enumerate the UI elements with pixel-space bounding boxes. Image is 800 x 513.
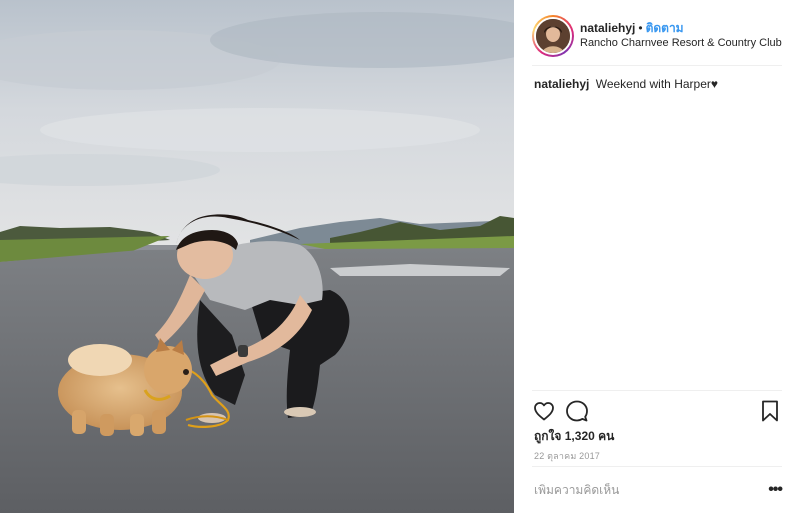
comment-input[interactable] [532, 483, 762, 497]
photo-image [0, 0, 514, 513]
heart-outline-icon [534, 402, 554, 421]
story-ring[interactable] [532, 14, 574, 57]
post-date[interactable]: 22 ตุลาคม 2017 [534, 450, 600, 462]
caption-text: Weekend with Harper♥ [595, 77, 718, 91]
caption-username-link[interactable]: nataliehyj [534, 77, 589, 91]
post-caption: nataliehyj Weekend with Harper♥ [534, 76, 782, 92]
like-button[interactable] [532, 399, 556, 423]
comment-button[interactable] [565, 399, 589, 423]
instagram-post: nataliehyj • ติดตาม Rancho Charnvee Resort… [0, 0, 800, 513]
header-separator: • [638, 20, 643, 35]
post-side-panel: nataliehyj • ติดตาม Rancho Charnvee Resort… [514, 0, 800, 513]
post-photo[interactable] [0, 0, 514, 513]
likes-count[interactable]: ถูกใจ 1,320 คน [534, 428, 614, 444]
header-identity: nataliehyj • ติดตาม Rancho Charnvee Resort… [580, 20, 782, 50]
post-header: nataliehyj • ติดตาม Rancho Charnvee Resort… [532, 10, 782, 66]
location-link[interactable]: Rancho Charnvee Resort & Country Club [580, 36, 782, 50]
save-button[interactable] [758, 399, 782, 423]
header-username-link[interactable]: nataliehyj [580, 21, 635, 35]
bookmark-icon [762, 400, 778, 422]
follow-button[interactable]: ติดตาม [646, 21, 684, 35]
avatar[interactable] [534, 16, 572, 55]
avatar-image [536, 18, 570, 53]
header-username-line: nataliehyj • ติดตาม [580, 20, 782, 36]
speech-bubble-icon [566, 400, 588, 422]
action-bar [532, 390, 782, 430]
more-options-button[interactable]: ••• [762, 482, 783, 498]
comment-bar: ••• [532, 466, 783, 513]
